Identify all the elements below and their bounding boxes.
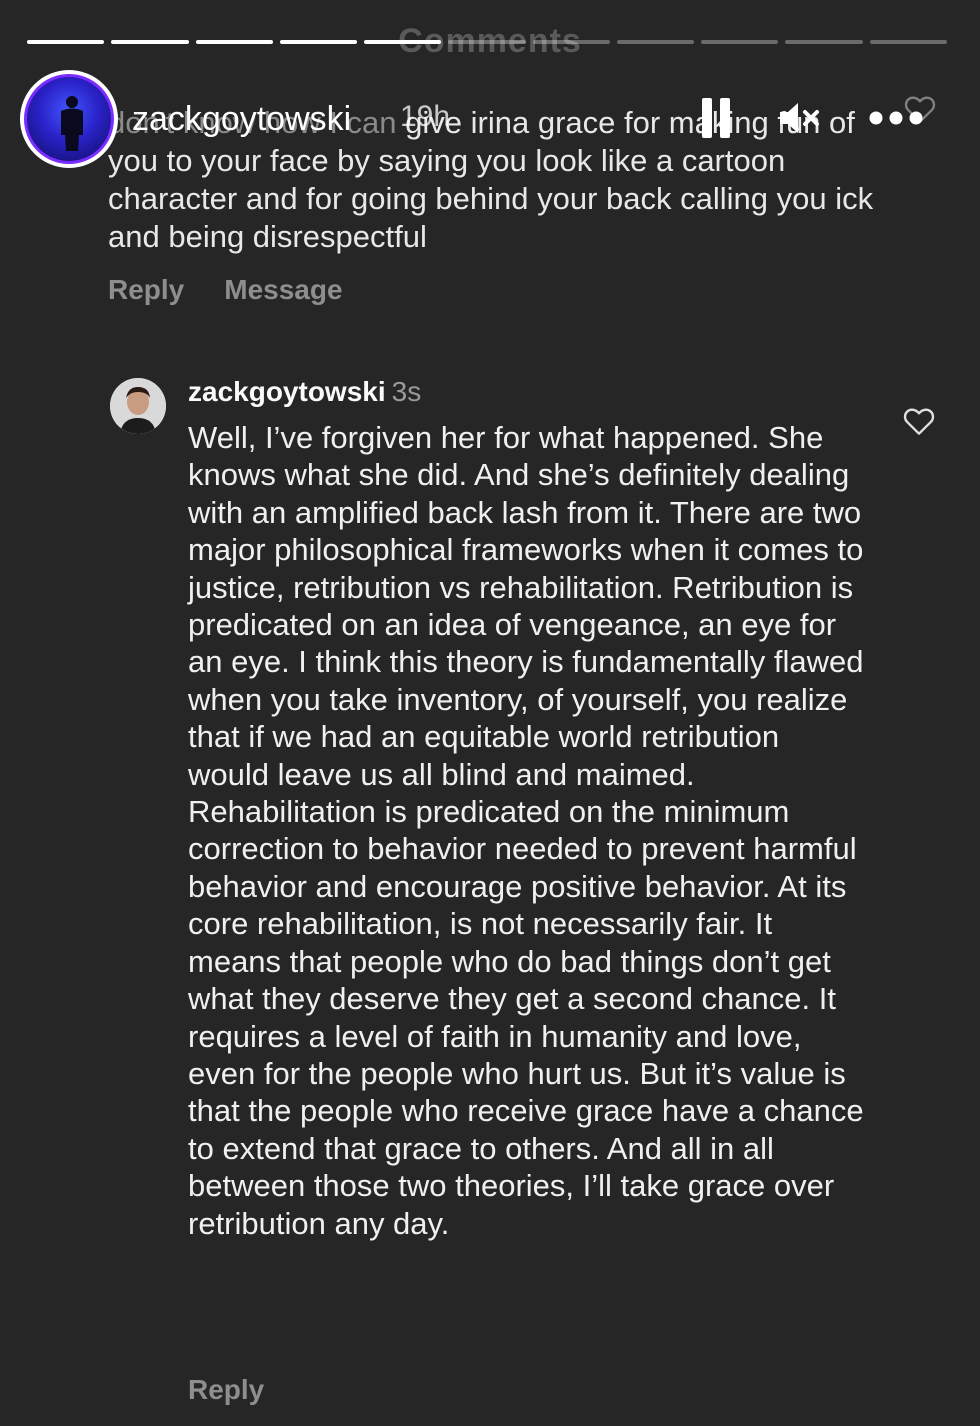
story-progress-bar [27,40,947,45]
reply-timestamp: 3s [391,376,422,407]
reply-text: Well, I’ve forgiven her for what happene… [188,420,864,1241]
pause-button[interactable] [702,98,732,138]
progress-segment [27,40,105,44]
progress-segment [111,40,189,44]
progress-segment [785,40,863,44]
person-silhouette-icon [61,96,83,151]
story-header: zackgoytowski 19h [20,70,965,170]
reply-button[interactable]: Reply [108,274,184,306]
reply-username[interactable]: zackgoytowski [188,376,386,407]
progress-segment [195,40,273,44]
progress-segment [616,40,695,44]
story-timestamp: 19h [400,100,451,133]
reply-button[interactable]: Reply [188,1374,264,1406]
comment-actions: Reply Message [108,274,878,306]
user-avatar-icon [110,378,166,434]
reply-header: zackgoytowski 3s [188,376,421,408]
story-comment-screen: Comments don't know how I can give irina… [0,0,980,1426]
reply-avatar[interactable] [110,378,166,434]
progress-segment [364,40,442,44]
story-avatar[interactable] [20,70,118,168]
progress-segment [701,40,779,44]
progress-segment [869,40,947,44]
muted-speaker-icon[interactable] [778,98,822,138]
more-options-icon[interactable] [868,98,924,138]
pause-icon [702,98,712,138]
progress-segment [279,40,358,44]
progress-segment [448,40,526,44]
message-button[interactable]: Message [224,274,342,306]
heart-outline-icon[interactable] [903,406,935,436]
progress-segment [532,40,610,44]
story-username[interactable]: zackgoytowski [132,100,351,139]
